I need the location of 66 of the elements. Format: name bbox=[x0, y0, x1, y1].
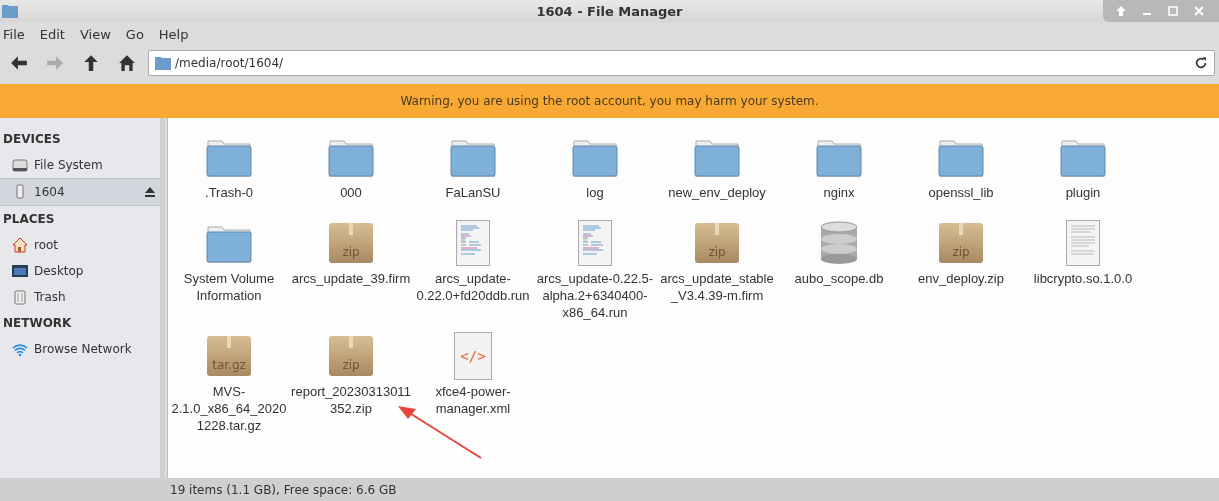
status-bar: 19 items (1.1 GB), Free space: 6.6 GB bbox=[0, 478, 1219, 501]
file-name: aubo_scope.db bbox=[794, 270, 884, 287]
file-name: arcs_update-0.22.0+fd20ddb.run bbox=[415, 270, 531, 304]
menu-item[interactable]: Edit bbox=[36, 26, 74, 42]
folder-icon bbox=[694, 137, 740, 177]
sidebar-item[interactable]: 1604 bbox=[0, 178, 160, 206]
file-name: MVS-2.1.0_x86_64_20201228.tar.gz bbox=[170, 383, 288, 434]
archive-icon: zip bbox=[695, 223, 739, 263]
sidebar-item[interactable]: Desktop bbox=[0, 258, 160, 284]
home-icon bbox=[12, 237, 28, 253]
file-name: arcs_update_stable_V3.4.39-m.firm bbox=[659, 270, 775, 304]
file-name: 000 bbox=[340, 184, 362, 201]
folder-icon bbox=[206, 223, 252, 263]
menu-item[interactable]: Help bbox=[155, 26, 198, 42]
archive-icon: zip bbox=[939, 223, 983, 263]
script-file-icon bbox=[578, 220, 612, 266]
file-name: arcs_update_39.firm bbox=[291, 270, 411, 287]
location-field[interactable]: /media/root/1604/ bbox=[171, 56, 1194, 70]
folder-icon bbox=[572, 137, 618, 177]
folder-icon bbox=[328, 137, 374, 177]
file-name: libcrypto.so.1.0.0 bbox=[1033, 270, 1133, 287]
folder-icon bbox=[450, 137, 496, 177]
folder-icon bbox=[938, 137, 984, 177]
archive-icon: tar.gz bbox=[207, 336, 251, 376]
folder-icon bbox=[816, 137, 862, 177]
file-name: log bbox=[586, 184, 604, 201]
window-title: 1604 - File Manager bbox=[535, 3, 684, 19]
file-name: FaLanSU bbox=[445, 184, 501, 201]
archive-icon: zip bbox=[329, 223, 373, 263]
file-name: new_env_deploy bbox=[668, 184, 766, 201]
sidebar-item[interactable]: root bbox=[0, 232, 160, 258]
location-field[interactable]: /media/root/1604/ bbox=[148, 50, 1215, 76]
warning-banner: Warning, you are using the root account, you may harm your system. bbox=[0, 84, 1219, 118]
eject-icon[interactable] bbox=[144, 186, 156, 198]
sidebar-heading: DEVICES bbox=[2, 131, 62, 148]
code-file-icon: </> bbox=[454, 332, 492, 380]
folder-icon bbox=[155, 56, 171, 70]
file-name: nginx bbox=[823, 184, 855, 201]
reload-icon[interactable] bbox=[1194, 56, 1208, 70]
database-icon bbox=[819, 221, 859, 265]
file-name: .Trash-0 bbox=[205, 184, 253, 201]
file-name: arcs_update-0.22.5-alpha.2+6340400-x86_64.run bbox=[535, 270, 655, 321]
file-name: xfce4-power-manager.xml bbox=[434, 383, 512, 417]
file-name: env_deploy.zip bbox=[918, 270, 1004, 287]
sidebar-item[interactable]: Browse Network bbox=[0, 336, 160, 362]
folder-icon bbox=[206, 137, 252, 177]
sidebar-item[interactable]: File System bbox=[0, 152, 160, 178]
sidebar-heading: NETWORK bbox=[2, 315, 73, 332]
desktop-icon bbox=[12, 263, 28, 279]
menu-item[interactable]: File bbox=[0, 26, 34, 42]
file-name: report_20230313011352.zip bbox=[291, 383, 411, 417]
file-name: plugin bbox=[1065, 184, 1101, 201]
sidebar-heading: PLACES bbox=[2, 211, 56, 228]
archive-icon: zip bbox=[329, 336, 373, 376]
file-name: openssl_lib bbox=[928, 184, 994, 201]
wifi-icon bbox=[12, 341, 28, 357]
folder-icon bbox=[1060, 137, 1106, 177]
sidebar-item[interactable]: Trash bbox=[0, 284, 160, 310]
folder-icon bbox=[1, 4, 19, 18]
script-file-icon bbox=[456, 220, 490, 266]
file-name: System Volume Information bbox=[182, 270, 276, 304]
drive-icon bbox=[12, 157, 28, 173]
menu-item[interactable]: Go bbox=[122, 26, 153, 42]
trash-icon bbox=[12, 289, 28, 305]
text-file-icon bbox=[1066, 220, 1100, 266]
menu-item[interactable]: View bbox=[76, 26, 120, 42]
